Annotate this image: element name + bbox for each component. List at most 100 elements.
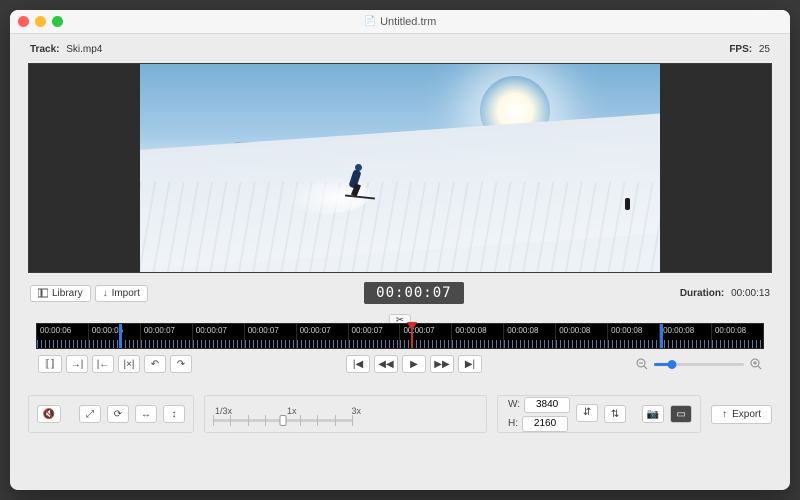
tick-label: 00:00:07 <box>300 326 331 335</box>
import-button[interactable]: ↓ Import <box>95 285 148 302</box>
set-out-button[interactable]: |← <box>92 355 114 373</box>
tick-label: 00:00:08 <box>715 326 746 335</box>
tick-label: 00:00:08 <box>611 326 642 335</box>
duration-display: Duration: 00:00:13 <box>680 288 770 299</box>
step-back-button[interactable]: ◀◀ <box>374 355 398 373</box>
go-end-button[interactable]: ▶| <box>458 355 482 373</box>
mute-button[interactable]: 🔇 <box>37 405 61 423</box>
swap-icon: ⇅ <box>611 409 619 420</box>
content: Track: Ski.mp4 FPS: 25 <box>10 34 790 490</box>
duration-label: Duration: <box>680 288 724 299</box>
fps-label-group: FPS: 25 <box>729 44 770 55</box>
height-input[interactable] <box>522 416 568 432</box>
play-icon: ▶ <box>410 359 418 370</box>
tick-label: 00:00:08 <box>455 326 486 335</box>
go-start-icon: |◀ <box>353 359 363 370</box>
duration-value: 00:00:13 <box>731 288 770 299</box>
play-button[interactable]: ▶ <box>402 355 426 373</box>
zoom-thumb[interactable] <box>668 360 677 369</box>
undo-button[interactable]: ↶ <box>144 355 166 373</box>
info-row: Track: Ski.mp4 FPS: 25 <box>28 44 772 57</box>
expand-button[interactable]: ⤢ <box>79 405 101 423</box>
undo-icon: ↶ <box>151 359 159 370</box>
tick-label: 00:00:07 <box>144 326 175 335</box>
track-label-group: Track: Ski.mp4 <box>30 44 102 55</box>
bracket-both-icon: ⟦⟧ <box>45 359 55 370</box>
tick-label: 00:00:07 <box>196 326 227 335</box>
height-label: H: <box>508 418 518 429</box>
library-button[interactable]: Library <box>30 285 91 302</box>
bottom-panels: 🔇 ⤢ ⟳ ↔ ↕ 1/3x 1x 3x <box>28 395 772 433</box>
frame-icon: ▭ <box>676 409 685 420</box>
timeline-ruler[interactable]: 00:00:06 00:00:06 00:00:07 00:00:07 00:0… <box>36 323 764 349</box>
step-forward-button[interactable]: ▶▶ <box>430 355 454 373</box>
redo-button[interactable]: ↷ <box>170 355 192 373</box>
export-group: ↑ Export <box>711 395 772 433</box>
expand-icon: ⤢ <box>86 409 94 420</box>
close-icon[interactable] <box>18 16 29 27</box>
swap-wh-button[interactable]: ⇅ <box>604 405 626 423</box>
speed-panel: 1/3x 1x 3x <box>204 395 487 433</box>
export-button[interactable]: ↑ Export <box>711 405 772 424</box>
export-label: Export <box>732 409 761 420</box>
lock-aspect-button[interactable]: ⇵ <box>576 404 598 422</box>
speed-slider-group: 1/3x 1x 3x <box>213 406 363 422</box>
video-preview[interactable] <box>140 64 660 272</box>
zoom-controls <box>636 358 762 370</box>
download-icon: ↓ <box>103 288 108 299</box>
rotate-icon: ⟳ <box>114 409 122 420</box>
clear-range-button[interactable]: |×| <box>118 355 140 373</box>
library-icon <box>38 288 48 298</box>
camera-icon: 📷 <box>647 409 659 420</box>
playhead[interactable] <box>407 322 418 333</box>
skier-graphic <box>345 164 371 200</box>
speed-thumb[interactable] <box>280 415 287 426</box>
flip-h-button[interactable]: ↔ <box>135 405 157 423</box>
audio-transform-panel: 🔇 ⤢ ⟳ ↔ ↕ <box>28 395 194 433</box>
zoom-in-icon[interactable] <box>750 358 762 370</box>
document-icon: 📄 <box>364 16 376 27</box>
go-end-icon: ▶| <box>465 359 475 370</box>
import-label: Import <box>112 288 140 299</box>
window-title: 📄 Untitled.trm <box>364 16 437 28</box>
set-in-icon: →| <box>71 359 84 370</box>
in-marker[interactable] <box>119 324 122 348</box>
tick-label: 00:00:08 <box>507 326 538 335</box>
snapshot-button[interactable]: 📷 <box>642 405 664 423</box>
zoom-slider[interactable] <box>654 363 744 366</box>
tick-label: 00:00:06 <box>40 326 71 335</box>
minimize-icon[interactable] <box>35 16 46 27</box>
timeline-panel: ✂ 00:00:06 00:00:06 00:00:07 00:00:07 00… <box>28 317 772 381</box>
track-name: Ski.mp4 <box>66 44 102 55</box>
tick-label: 00:00:08 <box>663 326 694 335</box>
flip-horizontal-icon: ↔ <box>141 409 151 420</box>
go-start-button[interactable]: |◀ <box>346 355 370 373</box>
ski-tracks-graphic <box>140 182 660 272</box>
width-label: W: <box>508 399 520 410</box>
window-title-text: Untitled.trm <box>380 16 436 28</box>
select-range-button[interactable]: ⟦⟧ <box>38 355 62 373</box>
width-input[interactable] <box>524 397 570 413</box>
zoom-out-icon[interactable] <box>636 358 648 370</box>
speed-slider[interactable] <box>213 419 353 422</box>
preview-toolbar: Library ↓ Import 00:00:07 Duration: 00:0… <box>28 279 772 307</box>
set-in-button[interactable]: →| <box>66 355 88 373</box>
frame-button[interactable]: ▭ <box>670 405 692 423</box>
dimensions-panel: W: H: ⇵ ⇅ 📷 ▭ <box>497 395 701 433</box>
library-label: Library <box>52 288 83 299</box>
rotate-button[interactable]: ⟳ <box>107 405 129 423</box>
timecode-display: 00:00:07 <box>364 282 463 304</box>
track-label: Track: <box>30 44 59 55</box>
export-icon: ↑ <box>722 409 727 420</box>
app-window: 📄 Untitled.trm Track: Ski.mp4 FPS: 25 <box>10 10 790 490</box>
tick-label: 00:00:07 <box>248 326 279 335</box>
playback-controls: |◀ ◀◀ ▶ ▶▶ ▶| <box>346 355 482 373</box>
clear-range-icon: |×| <box>123 359 134 370</box>
fps-label: FPS: <box>729 44 752 55</box>
out-marker[interactable] <box>660 324 663 348</box>
window-controls <box>18 16 63 27</box>
set-out-icon: |← <box>97 359 110 370</box>
fps-value: 25 <box>759 44 770 55</box>
flip-v-button[interactable]: ↕ <box>163 405 185 423</box>
maximize-icon[interactable] <box>52 16 63 27</box>
